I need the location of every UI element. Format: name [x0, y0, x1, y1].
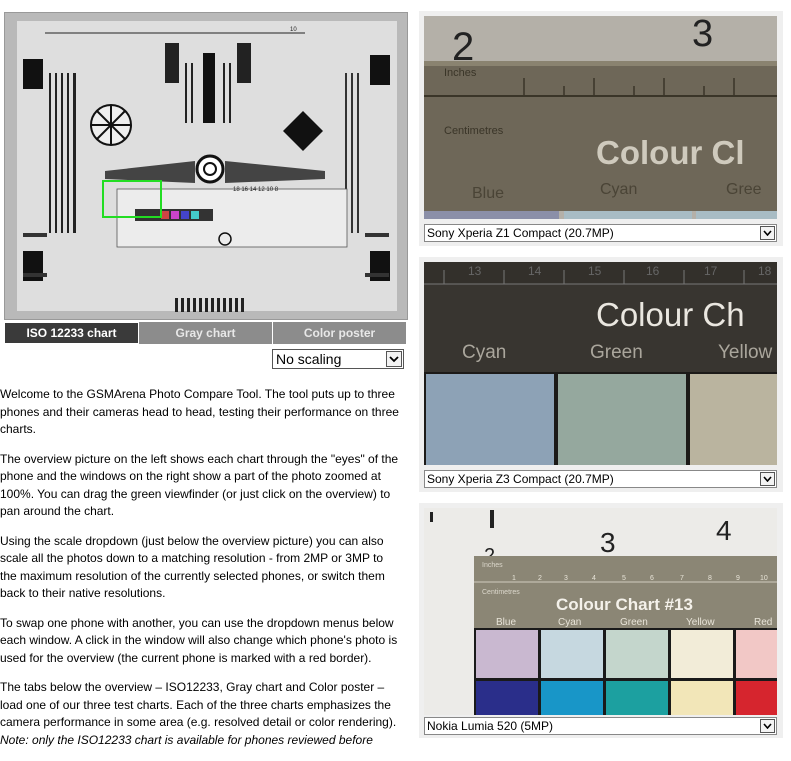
chart-ruler-number: 5	[622, 575, 626, 582]
scale-dropdown-value: No scaling	[276, 351, 342, 367]
intro-paragraph: Using the scale dropdown (just below the…	[0, 533, 385, 601]
zoomed-photo-1: 2 3 Inches Centimetres Colour Cl Blue Cy…	[424, 16, 777, 219]
chart-green-label: Gree	[726, 181, 762, 198]
compare-panel-2: 13 14 15 16 17 18 Colour Ch Cyan Green Y…	[419, 257, 783, 492]
chart-ruler-number: 2	[538, 575, 542, 582]
tab-gray-chart[interactable]: Gray chart	[139, 322, 273, 344]
chart-ruler-number: 3	[564, 575, 568, 582]
scale-dropdown[interactable]: No scaling	[272, 349, 404, 369]
intro-paragraph: The overview picture on the left shows e…	[0, 451, 399, 519]
phone-select-3-value: Nokia Lumia 520 (5MP)	[427, 719, 554, 733]
chart-cm-label: Centimetres	[444, 125, 504, 137]
chart-colour-label: Colour Chart #13	[556, 595, 693, 614]
overview-picture[interactable]: 10 18 16 14 12 10 8	[4, 12, 408, 320]
chart-ruler-label: 10	[290, 27, 297, 33]
chart-inches-label: Inches	[444, 67, 477, 79]
chart-ruler-label: 18	[758, 264, 772, 278]
chevron-down-icon[interactable]	[760, 472, 775, 486]
tab-iso12233[interactable]: ISO 12233 chart	[4, 322, 139, 344]
iso12233-chart-image: 10 18 16 14 12 10 8	[5, 13, 407, 319]
chart-ruler-label: 17	[704, 264, 718, 278]
intro-text: Welcome to the GSMArena Photo Compare To…	[0, 386, 400, 761]
chart-blue-label: Blue	[496, 617, 516, 628]
phone-select-1-value: Sony Xperia Z1 Compact (20.7MP)	[427, 226, 614, 240]
phone-select-2[interactable]: Sony Xperia Z3 Compact (20.7MP)	[424, 470, 777, 488]
chart-ruler-number: 1	[512, 575, 516, 582]
zoom-window-2[interactable]: 13 14 15 16 17 18 Colour Ch Cyan Green Y…	[424, 262, 777, 465]
tab-color-poster[interactable]: Color poster	[273, 322, 406, 344]
chart-ruler-number: 9	[736, 575, 740, 582]
chevron-down-icon[interactable]	[386, 351, 402, 367]
chart-green-label: Green	[620, 617, 648, 628]
chart-cm-label: Centimetres	[482, 589, 520, 596]
chart-ruler-label: 16	[646, 264, 660, 278]
chart-ruler-number: 8	[708, 575, 712, 582]
chart-colour-label: Colour Cl	[596, 134, 744, 171]
chart-ruler-number: 10	[760, 575, 768, 582]
zoomed-photo-3: 2 3 4 Inches 1 2 3 4 5 6 7 8 9 10 Centim…	[424, 508, 777, 715]
chart-ruler-number: 4	[592, 575, 596, 582]
chevron-down-icon[interactable]	[760, 226, 775, 240]
chart-inches-label: Inches	[482, 562, 503, 569]
zoom-window-1[interactable]: 2 3 Inches Centimetres Colour Cl Blue Cy…	[424, 16, 777, 219]
chart-digit: 3	[600, 527, 616, 558]
chart-scale-numbers: 18 16 14 12 10 8	[233, 187, 279, 193]
compare-panel-1: 2 3 Inches Centimetres Colour Cl Blue Cy…	[419, 11, 783, 246]
chart-yellow-label: Yellow	[686, 617, 715, 628]
chart-green-label: Green	[590, 342, 643, 363]
chart-cyan-label: Cyan	[558, 617, 581, 628]
intro-note: Note: only the ISO12233 chart is availab…	[0, 732, 373, 747]
chart-tabs: ISO 12233 chart Gray chart Color poster	[4, 322, 406, 344]
phone-select-2-value: Sony Xperia Z3 Compact (20.7MP)	[427, 472, 614, 486]
chart-digit: 2	[452, 25, 474, 69]
chevron-down-icon[interactable]	[760, 719, 775, 733]
chart-colour-label: Colour Ch	[596, 296, 745, 333]
phone-select-3[interactable]: Nokia Lumia 520 (5MP)	[424, 717, 777, 735]
compare-panel-3: 2 3 4 Inches 1 2 3 4 5 6 7 8 9 10 Centim…	[419, 503, 783, 738]
intro-paragraph: The tabs below the overview – ISO12233, …	[0, 680, 397, 729]
chart-red-label: Red	[754, 617, 772, 628]
phone-select-1[interactable]: Sony Xperia Z1 Compact (20.7MP)	[424, 224, 777, 242]
chart-cyan-label: Cyan	[462, 342, 506, 363]
chart-cyan-label: Cyan	[600, 181, 637, 198]
chart-yellow-label: Yellow	[718, 342, 773, 363]
chart-ruler-label: 13	[468, 264, 482, 278]
chart-ruler-label: 15	[588, 264, 602, 278]
zoomed-photo-2: 13 14 15 16 17 18 Colour Ch Cyan Green Y…	[424, 262, 777, 465]
chart-ruler-number: 7	[680, 575, 684, 582]
intro-paragraph: To swap one phone with another, you can …	[0, 615, 398, 665]
intro-paragraph: Welcome to the GSMArena Photo Compare To…	[0, 387, 399, 436]
chart-blue-label: Blue	[472, 185, 504, 202]
chart-digit: 3	[692, 16, 713, 55]
chart-digit: 4	[716, 515, 732, 546]
chart-ruler-number: 6	[650, 575, 654, 582]
chart-ruler-label: 14	[528, 264, 542, 278]
zoom-window-3[interactable]: 2 3 4 Inches 1 2 3 4 5 6 7 8 9 10 Centim…	[424, 508, 777, 715]
